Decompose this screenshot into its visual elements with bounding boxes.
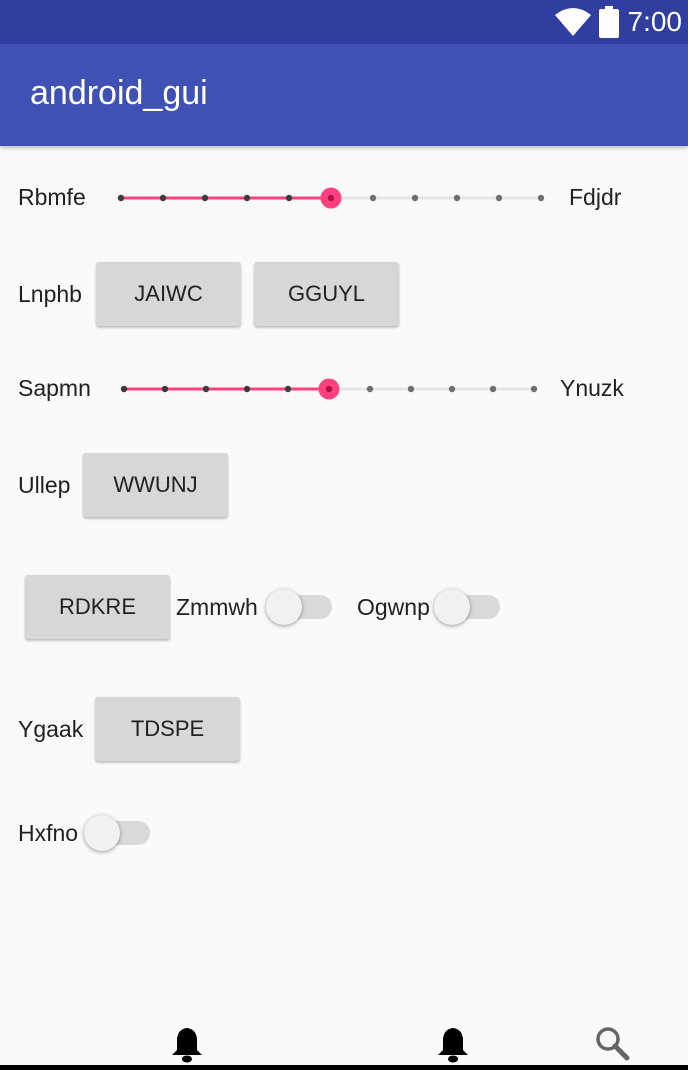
gguyl-button[interactable]: GGUYL [254, 262, 399, 326]
seekbar-tick [285, 194, 293, 202]
seekbar-tick [366, 385, 374, 393]
switch-ogwnp-label: Ogwnp [357, 594, 430, 620]
seekbar-tick [537, 194, 545, 202]
seekbar-tick [369, 194, 377, 202]
seekbar-tick [202, 385, 210, 393]
seekbar-tick [161, 385, 169, 393]
app-title: android_gui [30, 74, 208, 112]
row6-label: Ygaak [18, 716, 84, 742]
status-bar: 7:00 [0, 0, 688, 44]
wifi-icon [554, 8, 591, 36]
seekbar-thumb-center [325, 385, 333, 393]
seekbar-tick [411, 194, 419, 202]
seekbar1-right-label: Fdjdr [569, 184, 622, 210]
seekbar-tick [453, 194, 461, 202]
seekbar1-left-label: Rbmfe [18, 184, 86, 210]
seekbar-rbmfe[interactable] [111, 178, 551, 218]
row2-label: Lnphb [18, 281, 82, 307]
seekbar2-left-label: Sapmn [18, 375, 91, 401]
row4-label: Ullep [18, 472, 71, 498]
switch-thumb [434, 589, 470, 625]
status-icons: 7:00 [554, 0, 683, 44]
switch-zmmwh[interactable] [266, 587, 334, 627]
tdspe-button[interactable]: TDSPE [95, 697, 240, 761]
search-icon[interactable] [595, 1026, 631, 1064]
seekbar-tick [448, 385, 456, 393]
battery-icon [598, 6, 619, 38]
seekbar-tick [243, 194, 251, 202]
bell-icon[interactable] [170, 1026, 204, 1064]
seekbar-tick [489, 385, 497, 393]
seekbar-tick [117, 194, 125, 202]
seekbar-thumb-center [327, 194, 335, 202]
app-bar: android_gui [0, 44, 688, 146]
seekbar-tick [201, 194, 209, 202]
jaiwc-button[interactable]: JAIWC [96, 262, 241, 326]
switch-hxfno-label: Hxfno [18, 820, 79, 846]
switch-ogwnp[interactable] [434, 587, 502, 627]
status-time: 7:00 [627, 6, 683, 37]
bottom-bar [0, 1065, 688, 1070]
switch-thumb [84, 815, 120, 851]
seekbar-tick [284, 385, 292, 393]
switch-zmmwh-label: Zmmwh [176, 594, 258, 620]
seekbar2-right-label: Ynuzk [560, 375, 624, 401]
seekbar-rbmfe-graphic[interactable] [111, 178, 551, 218]
wwunj-button[interactable]: WWUNJ [83, 453, 228, 517]
seekbar-tick [120, 385, 128, 393]
switch-thumb [266, 589, 302, 625]
bell-icon[interactable] [436, 1026, 470, 1064]
seekbar-sapmn[interactable] [114, 369, 544, 409]
rdkre-button[interactable]: RDKRE [25, 575, 170, 639]
switch-hxfno[interactable] [84, 813, 152, 853]
seekbar-tick [407, 385, 415, 393]
seekbar-tick [159, 194, 167, 202]
seekbar-tick [530, 385, 538, 393]
seekbar-sapmn-graphic[interactable] [114, 369, 544, 409]
bottom-navigation [0, 1020, 688, 1070]
seekbar-tick [243, 385, 251, 393]
seekbar-tick [495, 194, 503, 202]
